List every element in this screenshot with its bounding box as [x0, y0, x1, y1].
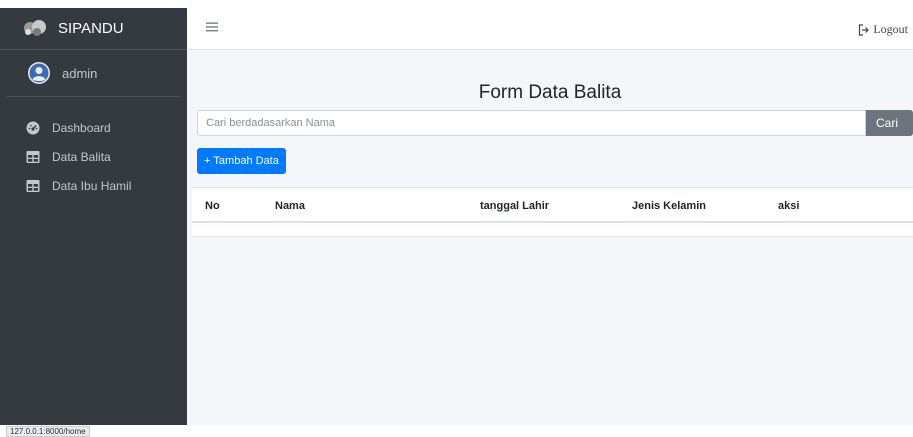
table-header: No Nama tanggal Lahir Jenis Kelamin aksi: [192, 187, 913, 223]
sign-out-icon: [859, 23, 870, 36]
sidebar-nav: Dashboard Data Balita Data Ibu Hamil: [0, 97, 187, 200]
table-icon: [26, 179, 40, 192]
search-input[interactable]: [197, 110, 866, 136]
user-panel[interactable]: admin: [6, 50, 181, 97]
main-content: Form Data Balita Cari + Tambah Data No N…: [187, 50, 913, 425]
sidebar: SIPANDU admin Dashboard Data Balita Data…: [0, 8, 187, 437]
menu-toggle-icon[interactable]: [205, 20, 219, 34]
status-bar-url: 127.0.0.1:8000/home: [6, 426, 90, 437]
data-table: No Nama tanggal Lahir Jenis Kelamin aksi: [192, 187, 913, 237]
brand[interactable]: SIPANDU: [0, 8, 187, 50]
sidebar-item-data-ibu-hamil[interactable]: Data Ibu Hamil: [0, 171, 187, 200]
sidebar-item-dashboard[interactable]: Dashboard: [0, 113, 187, 142]
table-icon: [26, 150, 40, 163]
brand-logo-icon: [24, 19, 46, 36]
sidebar-item-label: Data Ibu Hamil: [52, 178, 132, 193]
search-button[interactable]: Cari: [866, 110, 913, 136]
user-name: admin: [62, 65, 98, 81]
column-header-tanggal-lahir: tanggal Lahir: [480, 200, 550, 212]
logout-label: Logout: [873, 22, 908, 36]
logout-link[interactable]: Logout: [858, 22, 908, 37]
top-strip: [0, 0, 913, 8]
column-header-aksi: aksi: [778, 200, 800, 212]
column-header-nama: Nama: [275, 200, 305, 212]
user-avatar-icon: [28, 62, 50, 84]
sidebar-item-data-balita[interactable]: Data Balita: [0, 142, 187, 171]
sidebar-item-label: Data Balita: [52, 149, 111, 164]
dashboard-icon: [26, 121, 40, 134]
sidebar-item-label: Dashboard: [52, 120, 111, 135]
column-header-no: No: [205, 200, 220, 212]
page-title: Form Data Balita: [478, 82, 622, 103]
add-data-button[interactable]: + Tambah Data: [197, 148, 286, 174]
column-header-jenis-kelamin: Jenis Kelamin: [632, 200, 706, 212]
top-navbar: Logout: [187, 8, 913, 50]
brand-name: SIPANDU: [58, 20, 124, 37]
